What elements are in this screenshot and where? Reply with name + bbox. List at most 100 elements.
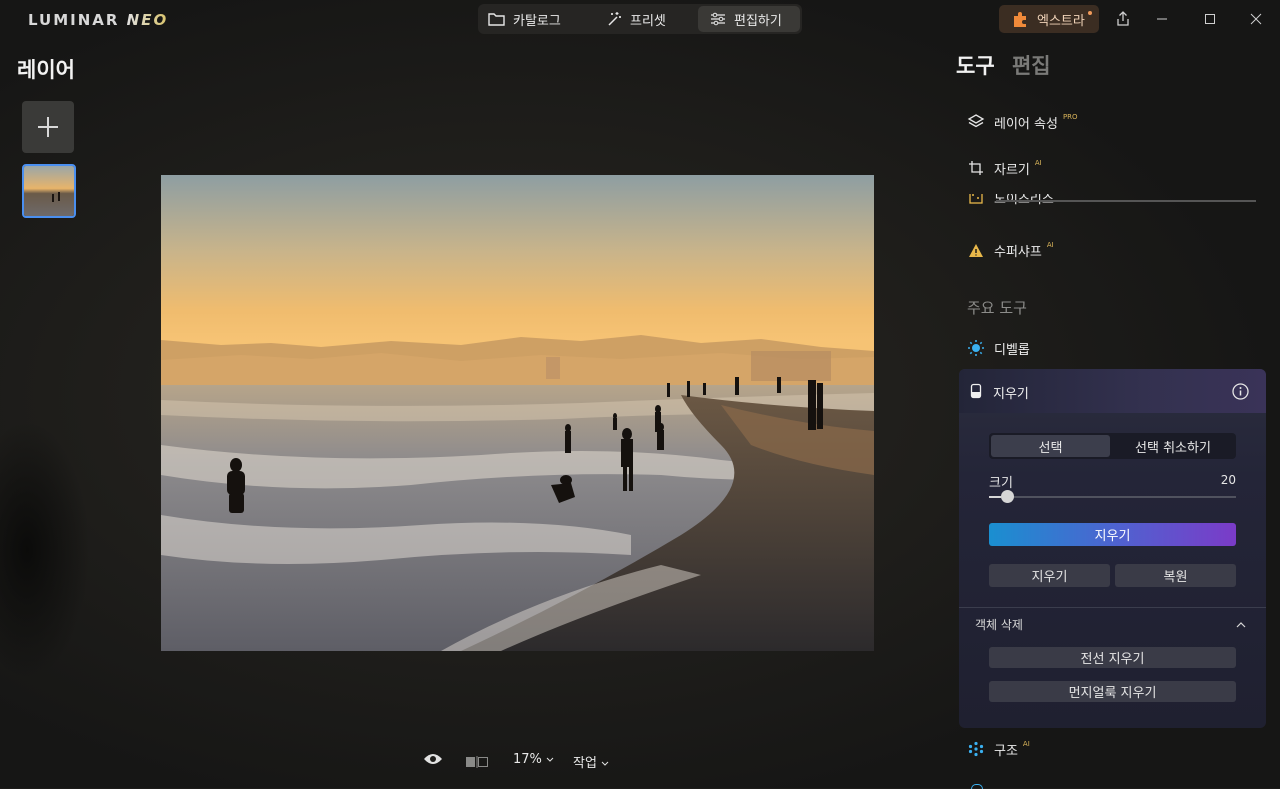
layers-icon [967,114,985,128]
share-button[interactable] [1113,9,1133,29]
actions-label: 작업 [573,756,597,771]
remove-powerlines-label: 전선 지우기 [1080,652,1145,667]
tool-label: 자르기 [994,162,1030,178]
size-slider-fill [989,496,1001,498]
restore-button[interactable]: 복원 [1115,564,1236,587]
zoom-dropdown[interactable]: 17% [513,752,554,767]
zoom-value: 17% [513,752,542,767]
tool-label: 수퍼샤프 [994,244,1042,260]
select-button[interactable]: 선택 [991,435,1110,457]
info-icon[interactable] [1232,383,1249,400]
object-removal-title: 객체 삭제 [975,618,1023,632]
tool-label: 디벨롭 [994,342,1030,358]
logo-sub: NEO [126,11,169,29]
next-tool-icon [971,784,983,789]
panel-tabs: 도구 편집 [956,50,1051,80]
layer-thumbnail-image [24,166,74,216]
erase-apply-button[interactable]: 지우기 [989,523,1236,546]
notification-dot [1088,11,1092,15]
ai-badge: AI [1022,740,1030,748]
minimize-button[interactable] [1152,9,1172,29]
nav-presets-label: 프리셋 [630,13,666,29]
pro-badge: PRO [1062,113,1078,121]
tab-edit[interactable]: 편집 [1012,54,1051,78]
folder-icon [488,13,505,26]
logo-main: LUMINAR [28,11,120,29]
tool-label: 레이어 속성 [994,116,1058,132]
restore-label: 복원 [1163,570,1188,585]
tool-noiseless-clipped: 노이즈리스 AI [966,194,1256,216]
plus-icon [38,117,58,137]
structure-icon [968,741,984,757]
top-bar: LUMINAR NEO 카탈로그 프리셋 편집하기 엑스트라 [0,0,1280,38]
erase-header[interactable]: 지우기 [959,369,1266,413]
add-layer-button[interactable] [22,101,74,153]
section-main-tools: 주요 도구 [967,299,1027,317]
tool-develop[interactable]: 디벨롭 [966,338,1030,358]
photo-image [161,175,874,651]
nav-catalog-label: 카탈로그 [513,13,561,29]
panel-divider [959,607,1266,608]
close-icon [1250,13,1262,25]
scroll-divider [996,200,1256,202]
crop-icon [969,161,983,175]
deselect-label: 선택 취소하기 [1135,440,1211,456]
nav-edit-label: 편집하기 [734,13,782,29]
selection-mode-toggle: 선택 선택 취소하기 [989,433,1236,459]
tool-supersharp[interactable]: 수퍼샤프 AI [966,240,1054,260]
erase-brush-button[interactable]: 지우기 [989,564,1110,587]
photo-canvas[interactable] [161,175,874,651]
remove-dust-button[interactable]: 먼지얼룩 지우기 [989,681,1236,702]
tab-tools[interactable]: 도구 [956,54,995,78]
tool-structure[interactable]: 구조 AI [966,739,1030,759]
close-button[interactable] [1246,9,1266,29]
chevron-up-icon[interactable] [1236,621,1246,628]
minimize-icon [1157,18,1167,20]
ai-badge: AI [1034,159,1042,167]
sun-icon [968,340,984,356]
share-icon [1117,11,1129,26]
ai-badge: AI [1059,194,1066,196]
tool-crop[interactable]: 자르기 AI [966,158,1042,178]
actions-dropdown[interactable]: 작업 [573,752,609,771]
nav-catalog[interactable]: 카탈로그 [488,6,588,32]
magic-wand-icon [608,12,621,26]
app-logo: LUMINAR NEO [28,11,168,29]
compare-button[interactable] [465,756,489,772]
erase-title: 지우기 [993,387,1029,402]
size-slider-handle[interactable] [1001,490,1014,503]
remove-powerlines-button[interactable]: 전선 지우기 [989,647,1236,668]
size-slider-track[interactable] [989,496,1236,498]
erase-apply-label: 지우기 [1094,529,1131,544]
select-label: 선택 [1038,440,1063,456]
layer-thumbnail[interactable] [22,164,76,218]
extras-button[interactable]: 엑스트라 [999,5,1099,33]
erase-brush-label: 지우기 [1031,570,1068,585]
erase-tool-panel: 지우기 선택 선택 취소하기 크기 20 지우기 지우기 복원 객체 삭제 전선… [959,369,1266,728]
sliders-icon [711,12,725,26]
nav-presets[interactable]: 프리셋 [606,6,686,32]
preview-toggle[interactable] [423,752,443,770]
eye-icon [424,754,442,764]
noise-icon [969,194,983,204]
tool-label: 구조 [994,743,1018,759]
maximize-button[interactable] [1200,9,1220,29]
remove-dust-label: 먼지얼룩 지우기 [1068,686,1157,701]
puzzle-icon [1014,12,1026,27]
chevron-down-icon [601,761,609,766]
size-label: 크기 [989,476,1013,491]
ai-badge: AI [1046,241,1054,249]
eraser-icon [970,383,982,399]
warning-triangle-icon [969,244,983,257]
extras-label: 엑스트라 [1037,13,1085,29]
size-value: 20 [1220,473,1236,487]
maximize-icon [1205,14,1215,24]
nav-edit[interactable]: 편집하기 [698,6,800,32]
tool-layer-properties[interactable]: 레이어 속성 PRO [966,112,1078,132]
background-shadow [0,420,90,680]
deselect-button[interactable]: 선택 취소하기 [1112,435,1234,457]
layers-title: 레이어 [17,58,75,82]
compare-icon [466,756,488,768]
chevron-down-icon [546,757,554,762]
main-nav: 카탈로그 프리셋 편집하기 [478,4,802,34]
